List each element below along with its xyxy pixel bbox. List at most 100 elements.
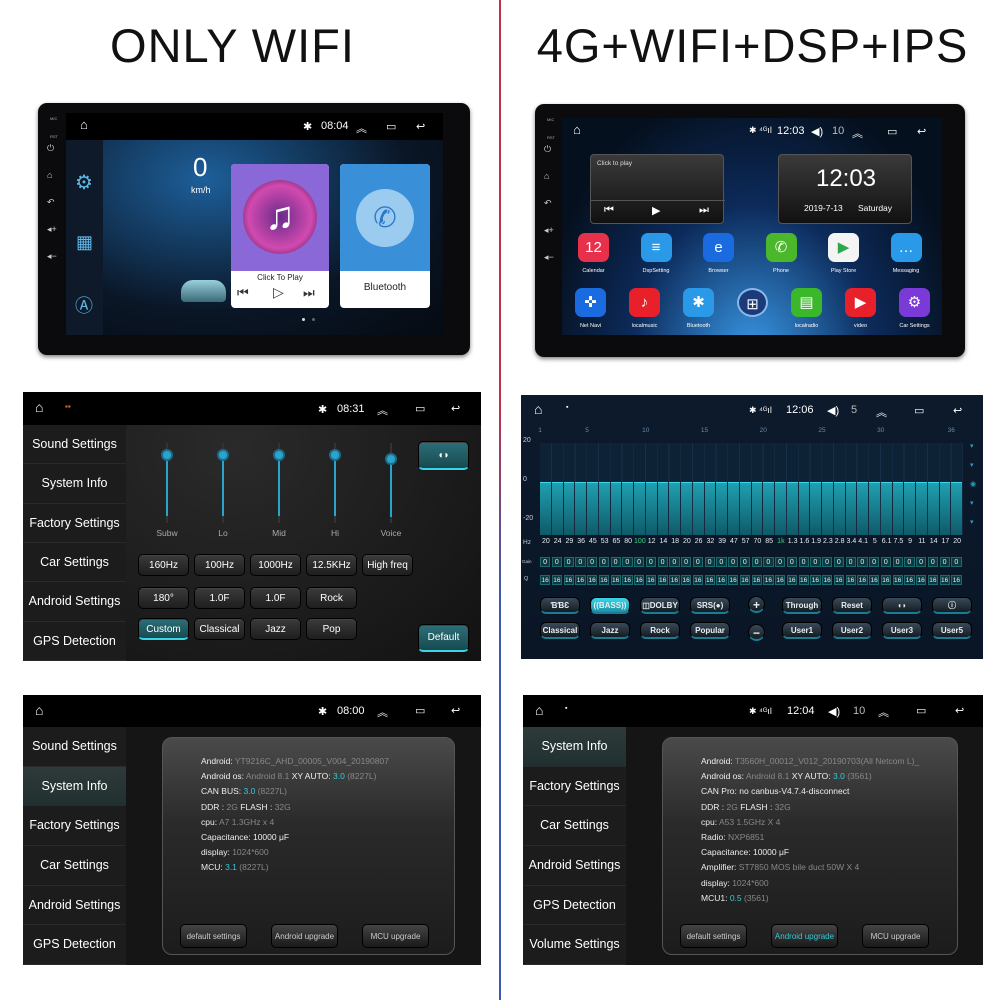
- android-upgrade-button[interactable]: Android upgrade: [271, 924, 338, 948]
- app-net-navi[interactable]: ✜ Net Navi: [575, 288, 606, 329]
- eq-bar-35[interactable]: [939, 482, 951, 535]
- user-button-user3[interactable]: User3: [882, 622, 922, 639]
- volume-down-icon[interactable]: ◂−: [47, 251, 57, 262]
- gain-input-9[interactable]: 0: [634, 557, 645, 567]
- eq-bar-9[interactable]: [634, 482, 645, 535]
- eq-bar-30[interactable]: [880, 482, 892, 535]
- home-nav-icon[interactable]: ⌂: [35, 702, 43, 718]
- gain-input-1[interactable]: 0: [540, 557, 551, 567]
- q-input-18[interactable]: 16: [739, 575, 750, 585]
- eq-bar-31[interactable]: [892, 482, 904, 535]
- menu-item-gps-detection[interactable]: GPS Detection: [23, 925, 126, 965]
- expand-icon[interactable]: ︽: [377, 402, 388, 418]
- eq-bar-13[interactable]: [681, 482, 692, 535]
- gain-input-28[interactable]: 0: [857, 557, 868, 567]
- app-messaging[interactable]: … Messaging: [890, 233, 922, 274]
- gain-input-15[interactable]: 0: [704, 557, 715, 567]
- expand-icon[interactable]: ︽: [876, 404, 887, 420]
- q-input-3[interactable]: 16: [563, 575, 574, 585]
- option-button-rock[interactable]: Rock: [306, 587, 357, 609]
- minus-button[interactable]: −: [748, 624, 765, 641]
- preset-button-pop[interactable]: Pop: [306, 618, 357, 640]
- balance-button[interactable]: ◖◗: [882, 597, 922, 614]
- slider-hi[interactable]: [329, 443, 341, 523]
- gain-input-14[interactable]: 0: [692, 557, 703, 567]
- q-input-26[interactable]: 16: [833, 575, 844, 585]
- slider-lo[interactable]: [217, 443, 229, 523]
- previous-icon[interactable]: ⏮: [604, 204, 614, 217]
- eq-bar-28[interactable]: [857, 482, 869, 535]
- page-dot[interactable]: [312, 318, 315, 321]
- music-player-widget[interactable]: Click to play ⏮ ▶ ⏭: [590, 154, 725, 224]
- gain-input-16[interactable]: 0: [716, 557, 727, 567]
- eq-scroll-marker[interactable]: ▾: [970, 499, 974, 507]
- eq-scroll-marker[interactable]: ◉: [970, 480, 976, 488]
- freq-button-12-5khz[interactable]: 12.5KHz: [306, 554, 357, 576]
- gain-input-10[interactable]: 0: [645, 557, 656, 567]
- mcu-upgrade-button[interactable]: MCU upgrade: [362, 924, 429, 948]
- volume-down-icon[interactable]: ◂−: [544, 252, 554, 263]
- recents-icon[interactable]: ▭: [914, 404, 924, 417]
- q-input-11[interactable]: 16: [657, 575, 668, 585]
- user-button-user2[interactable]: User2: [832, 622, 872, 639]
- gain-input-3[interactable]: 0: [563, 557, 574, 567]
- info-button[interactable]: ⓘ: [932, 597, 972, 614]
- default-settings-button[interactable]: default settings: [680, 924, 747, 948]
- q-input-16[interactable]: 16: [716, 575, 727, 585]
- q-input-34[interactable]: 16: [927, 575, 938, 585]
- freq-button-160hz[interactable]: 160Hz: [138, 554, 189, 576]
- back-nav-icon[interactable]: ↩: [451, 704, 460, 717]
- preset-button-popular[interactable]: Popular: [690, 622, 730, 639]
- back-nav-icon[interactable]: ↩: [451, 402, 460, 415]
- q-input-1[interactable]: 16: [540, 575, 551, 585]
- app-browser[interactable]: e Browser: [703, 233, 734, 274]
- preset-button-custom[interactable]: Custom: [138, 618, 189, 640]
- gain-input-5[interactable]: 0: [587, 557, 598, 567]
- menu-item-gps-detection[interactable]: GPS Detection: [23, 622, 126, 661]
- option-button-1-0f[interactable]: 1.0F: [194, 587, 245, 609]
- gain-input-20[interactable]: 0: [763, 557, 774, 567]
- app-drawer-button[interactable]: ⊞: [737, 288, 768, 323]
- eq-bar-8[interactable]: [622, 482, 634, 535]
- q-input-28[interactable]: 16: [857, 575, 868, 585]
- back-nav-icon[interactable]: ↩: [955, 704, 964, 717]
- q-input-12[interactable]: 16: [669, 575, 680, 585]
- q-input-14[interactable]: 16: [692, 575, 703, 585]
- gain-input-26[interactable]: 0: [833, 557, 844, 567]
- eq-bar-10[interactable]: [645, 482, 657, 535]
- option-button-1-0f[interactable]: 1.0F: [250, 587, 301, 609]
- q-input-35[interactable]: 16: [939, 575, 950, 585]
- default-settings-button[interactable]: default settings: [180, 924, 247, 948]
- power-icon[interactable]: ⏻: [544, 144, 551, 155]
- balance-button[interactable]: ◖◗: [418, 441, 469, 470]
- menu-item-system-info[interactable]: System Info: [23, 766, 126, 807]
- back-nav-icon[interactable]: ↩: [953, 404, 962, 417]
- freq-button-100hz[interactable]: 100Hz: [194, 554, 245, 576]
- menu-item-system-info[interactable]: System Info: [523, 727, 626, 767]
- app-play-store[interactable]: ▶ Play Store: [828, 233, 859, 274]
- home-nav-icon[interactable]: ⌂: [80, 117, 88, 132]
- eq-bar-36[interactable]: [951, 482, 963, 535]
- q-input-20[interactable]: 16: [763, 575, 774, 585]
- preset-button-rock[interactable]: Rock: [640, 622, 680, 639]
- q-input-36[interactable]: 16: [951, 575, 962, 585]
- q-input-15[interactable]: 16: [704, 575, 715, 585]
- q-input-30[interactable]: 16: [880, 575, 891, 585]
- gain-input-33[interactable]: 0: [916, 557, 927, 567]
- home-icon[interactable]: ⌂: [544, 171, 549, 181]
- q-input-2[interactable]: 16: [551, 575, 562, 585]
- menu-item-car-settings[interactable]: Car Settings: [23, 543, 126, 583]
- eq-bar-11[interactable]: [657, 482, 669, 535]
- home-nav-icon[interactable]: ⌂: [535, 702, 543, 718]
- eq-bar-12[interactable]: [669, 482, 681, 535]
- home-nav-icon[interactable]: ⌂: [573, 122, 581, 137]
- q-input-33[interactable]: 16: [916, 575, 927, 585]
- eq-bar-32[interactable]: [904, 482, 916, 535]
- play-icon[interactable]: ▷: [273, 284, 284, 301]
- power-icon[interactable]: ⏻: [47, 143, 54, 154]
- preset-button-classical[interactable]: Classical: [540, 622, 580, 639]
- gain-input-19[interactable]: 0: [751, 557, 762, 567]
- gain-input-25[interactable]: 0: [822, 557, 833, 567]
- q-input-13[interactable]: 16: [681, 575, 692, 585]
- next-icon[interactable]: ⏭: [699, 204, 709, 217]
